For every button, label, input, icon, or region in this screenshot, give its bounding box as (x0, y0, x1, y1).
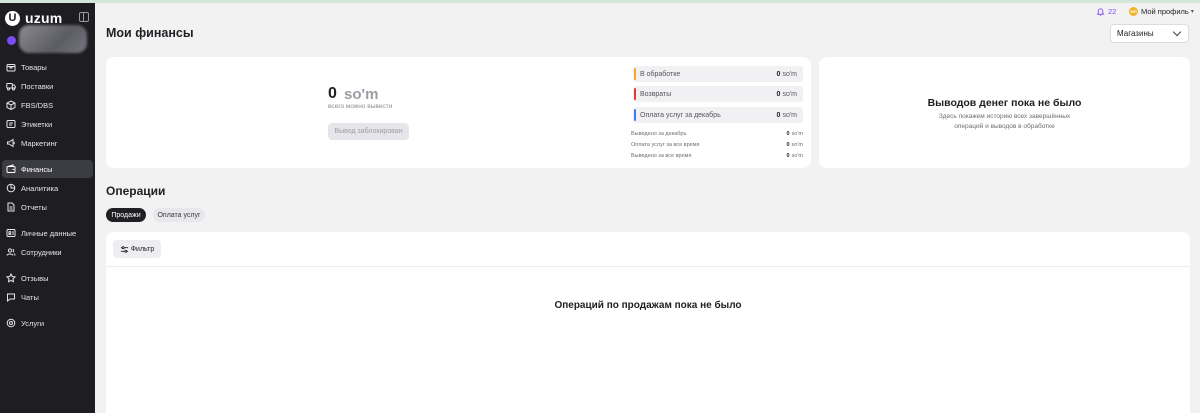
avatar: МП (1129, 7, 1138, 16)
sidebar-item-chats[interactable]: Чаты (2, 288, 93, 306)
star-icon (6, 273, 16, 283)
package-icon (6, 100, 16, 110)
stat-color-bar (634, 68, 636, 80)
sidebar-item-analytics[interactable]: Аналитика (2, 179, 93, 197)
operations-empty-text: Операций по продажам пока не было (554, 300, 742, 311)
sidebar-collapse-icon[interactable] (79, 12, 89, 22)
sidebar-item-products[interactable]: Товары (2, 58, 93, 76)
chat-icon (6, 292, 16, 302)
profile-label: Мой профиль (1141, 7, 1189, 16)
stat-color-bar (634, 88, 636, 100)
tab-service-payments[interactable]: Оплата услуг (153, 208, 205, 222)
chevron-down-icon (1172, 27, 1182, 37)
balance-subtitle: всего можно вывести (328, 103, 393, 110)
box-icon (6, 62, 16, 72)
uzum-logo-icon: U (5, 10, 20, 26)
sidebar-item-marketing[interactable]: Маркетинг (2, 134, 93, 152)
top-accent-line (0, 0, 1200, 3)
stores-select-value: Магазины (1117, 29, 1154, 38)
stat-returns: Возвраты 0 so'm (633, 86, 803, 102)
page-title: Мои финансы (106, 26, 194, 40)
services-icon (6, 318, 16, 328)
stat-processing: В обработке 0 so'm (633, 66, 803, 82)
sidebar-item-employees[interactable]: Сотрудники (2, 243, 93, 261)
history-empty-title: Выводов денег пока не было (927, 97, 1082, 109)
filter-button[interactable]: Фильтр (113, 240, 161, 258)
sidebar-item-reviews[interactable]: Отзывы (2, 269, 93, 287)
sidebar-item-supplies[interactable]: Поставки (2, 77, 93, 95)
shop-status-dot (7, 36, 16, 45)
operations-title: Операции (106, 184, 166, 198)
withdraw-button[interactable]: Вывод заблокирован (328, 123, 409, 140)
notifications-count: 22 (1108, 7, 1117, 16)
withdrawal-history-card: Выводов денег пока не было Здесь покажем… (819, 57, 1190, 168)
stores-select[interactable]: Магазины (1110, 24, 1189, 43)
id-card-icon (6, 228, 16, 238)
balance-amount: 0 (328, 85, 337, 102)
operations-card: Фильтр Операций по продажам пока не было (106, 232, 1190, 413)
sidebar-item-labels[interactable]: Этикетки (2, 115, 93, 133)
balance-currency: so'm (344, 86, 379, 103)
tag-icon (6, 119, 16, 129)
sidebar-item-reports[interactable]: Отчеты (2, 198, 93, 216)
profile-menu[interactable]: МП Мой профиль ▾ (1129, 7, 1194, 16)
megaphone-icon (6, 138, 16, 148)
balance-card: 0 so'm всего можно вывести Вывод заблоки… (106, 57, 811, 168)
stat-services-month: Оплата услуг за декабрь 0 so'm (633, 107, 803, 123)
notifications-button[interactable]: 22 (1096, 7, 1116, 16)
sidebar-item-personal-data[interactable]: Личные данные (2, 224, 93, 242)
sidebar-item-services[interactable]: Услуги (2, 314, 93, 332)
filter-icon (120, 245, 128, 253)
bell-icon (1096, 8, 1105, 16)
stat-color-bar (634, 109, 636, 121)
sidebar: U uzum Товары Поставки FBS/DBS Этикетки … (0, 3, 95, 413)
truck-icon (6, 81, 16, 91)
shop-switcher[interactable] (5, 25, 90, 53)
sidebar-item-fbs-dbs[interactable]: FBS/DBS (2, 96, 93, 114)
users-icon (6, 247, 16, 257)
chart-icon (6, 183, 16, 193)
wallet-icon (6, 164, 16, 174)
chevron-down-icon: ▾ (1190, 9, 1194, 15)
divider (106, 266, 1190, 267)
document-icon (6, 202, 16, 212)
summary-services-all-time: Оплата услуг за все время 0 so'm (631, 141, 803, 148)
history-empty-text: Здесь покажем историю всех завершённых о… (938, 113, 1071, 130)
shop-name-blurred (19, 25, 87, 53)
summary-withdrawn-all-time: Выведено за все время 0 so'm (631, 152, 803, 159)
brand-name: uzum (25, 10, 63, 26)
sidebar-item-finance[interactable]: Финансы (2, 160, 93, 178)
tab-sales[interactable]: Продажи (106, 208, 146, 222)
summary-withdrawn-month: Выведено за декабрь 0 so'm (631, 130, 803, 137)
